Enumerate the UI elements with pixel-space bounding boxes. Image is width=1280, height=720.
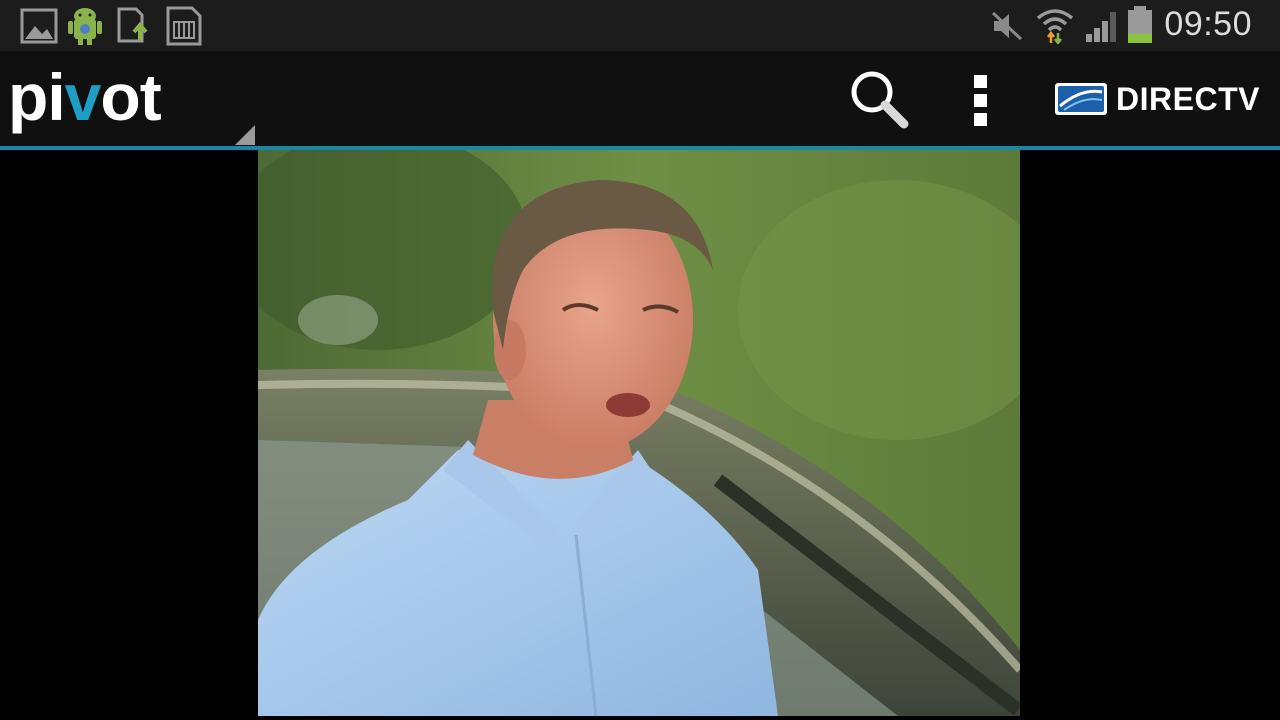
status-bar: 09:50	[0, 0, 1280, 51]
video-still	[258, 150, 1020, 716]
mute-icon	[991, 11, 1023, 41]
gallery-icon	[20, 8, 58, 44]
directv-mark-icon	[1055, 83, 1107, 115]
wifi-icon	[1036, 9, 1074, 44]
brand-suffix: ot	[100, 60, 161, 134]
search-icon	[851, 71, 909, 129]
video-frame[interactable]	[258, 150, 1020, 716]
battery-icon	[1128, 6, 1152, 43]
directv-text: DIRECTV	[1116, 81, 1260, 117]
status-time: 09:50	[1164, 5, 1252, 43]
brand-prefix: pi	[8, 60, 66, 134]
spinner-indicator	[235, 125, 255, 145]
signal-icon	[1086, 12, 1116, 42]
android-icon	[68, 8, 102, 45]
overflow-menu-button[interactable]	[962, 70, 998, 130]
app-logo[interactable]: pivot	[8, 60, 162, 134]
sd-card-icon	[166, 6, 202, 46]
brand-v: v	[64, 60, 102, 134]
search-button[interactable]	[848, 68, 912, 132]
sd-upload-icon	[117, 7, 148, 43]
